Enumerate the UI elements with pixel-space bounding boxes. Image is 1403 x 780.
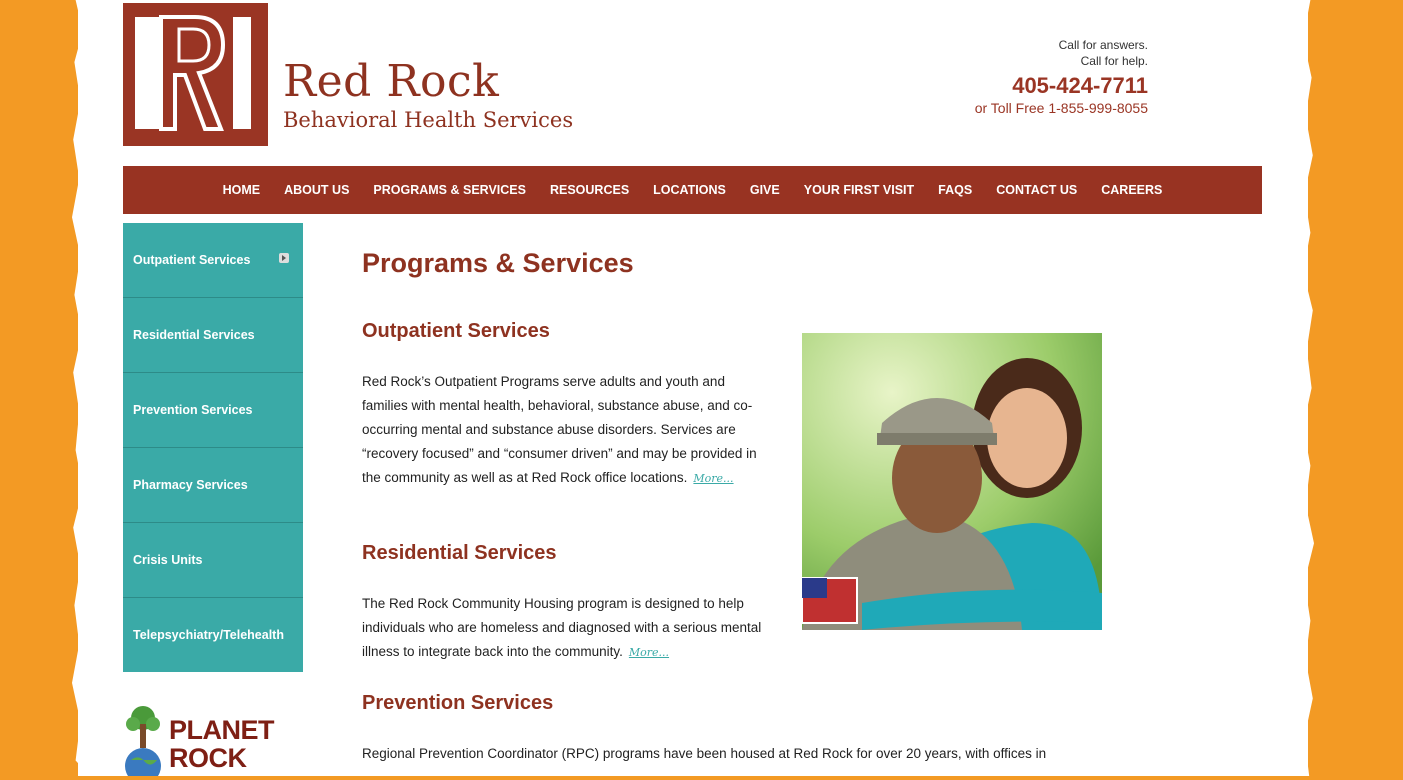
contact-tagline-1: Call for answers. [1058,38,1148,52]
brand-name[interactable]: Red Rock [283,56,499,107]
nav-about-us[interactable]: ABOUT US [284,183,349,197]
section-body: The Red Rock Community Housing program i… [362,596,762,659]
more-link-residential[interactable]: More... [629,646,669,659]
nav-faqs[interactable]: FAQS [938,183,972,197]
brand-subtitle: Behavioral Health Services [283,108,574,132]
sidebar-item-pharmacy[interactable]: Pharmacy Services [123,448,303,523]
main-navigation: HOME ABOUT US PROGRAMS & SERVICES RESOUR… [123,166,1262,214]
toll-free-number[interactable]: or Toll Free 1-855-999-8055 [975,99,1148,117]
sidebar-item-label: Prevention Services [133,403,253,417]
phone-number[interactable]: 405-424-7711 [975,73,1148,99]
nav-contact-us[interactable]: CONTACT US [996,183,1077,197]
sidebar-item-label: Outpatient Services [133,253,251,267]
sidebar-item-label: Pharmacy Services [133,478,248,492]
sidebar-item-label: Crisis Units [133,553,203,567]
nav-give[interactable]: GIVE [750,183,780,197]
sidebar-item-crisis-units[interactable]: Crisis Units [123,523,303,598]
rr-logo-icon [123,3,268,146]
section-text-outpatient: Red Rock’s Outpatient Programs serve adu… [362,370,772,491]
section-text-prevention: Regional Prevention Coordinator (RPC) pr… [362,742,1102,766]
sidebar-item-outpatient[interactable]: Outpatient Services [123,223,303,298]
planet-rock-logo[interactable]: PLANET ROCK [123,704,283,780]
contact-tagline-2: Call for help. [1080,54,1148,68]
sidebar-item-telepsychiatry[interactable]: Telepsychiatry/Telehealth [123,598,303,672]
planet-rock-line-1: PLANET [169,715,275,745]
section-text-residential: The Red Rock Community Housing program i… [362,592,772,665]
tree-globe-icon [125,706,161,780]
header-contact: Call for answers. Call for help. 405-424… [975,37,1148,117]
nav-locations[interactable]: LOCATIONS [653,183,726,197]
soldier-family-photo [802,333,1102,630]
nav-programs-services[interactable]: PROGRAMS & SERVICES [373,183,526,197]
photo-illustration [802,333,1102,630]
section-title-residential: Residential Services [362,542,557,564]
torn-edge-left [72,0,90,776]
planet-rock-line-2: ROCK [169,743,247,773]
sidebar-item-residential[interactable]: Residential Services [123,298,303,373]
sidebar-menu: Outpatient Services Residential Services… [123,223,303,672]
submenu-arrow-icon[interactable] [279,253,289,263]
section-title-prevention: Prevention Services [362,692,554,714]
logo-mark[interactable] [123,3,268,146]
nav-careers[interactable]: CAREERS [1101,183,1162,197]
planet-rock-text: PLANET ROCK [169,715,275,773]
sidebar-item-label: Residential Services [133,328,255,342]
more-link-outpatient[interactable]: More... [693,472,733,485]
section-body: Red Rock’s Outpatient Programs serve adu… [362,374,757,485]
nav-home[interactable]: HOME [223,183,261,197]
nav-your-first-visit[interactable]: YOUR FIRST VISIT [804,183,914,197]
sidebar-item-prevention[interactable]: Prevention Services [123,373,303,448]
torn-edge-right [1296,0,1314,776]
section-title-outpatient: Outpatient Services [362,320,550,342]
nav-resources[interactable]: RESOURCES [550,183,629,197]
page-title: Programs & Services [362,248,634,278]
section-body: Regional Prevention Coordinator (RPC) pr… [362,746,1047,761]
sidebar-item-label: Telepsychiatry/Telehealth [133,628,284,642]
